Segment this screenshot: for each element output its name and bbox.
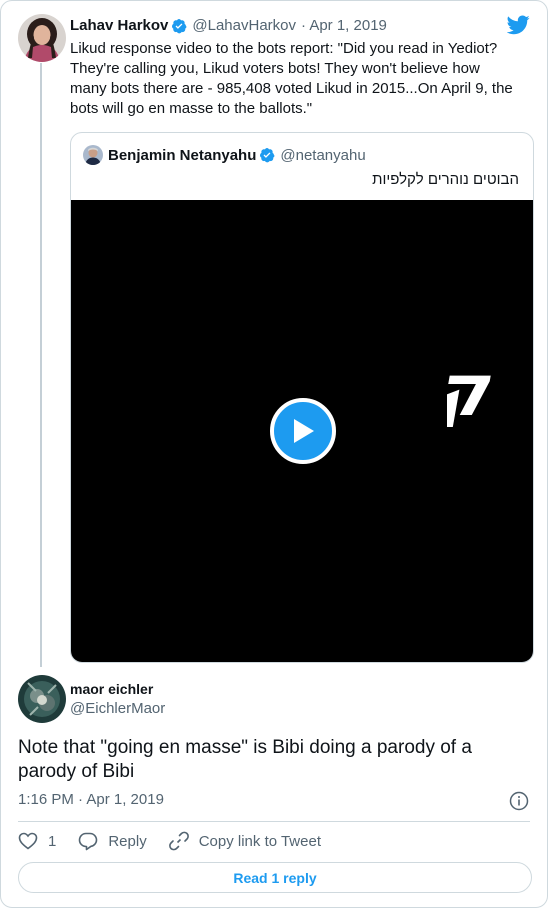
twitter-bird-icon[interactable] <box>507 15 530 35</box>
reply-label: Reply <box>108 832 147 850</box>
like-button[interactable]: 1 <box>18 832 56 850</box>
reply-avatar[interactable] <box>18 675 66 723</box>
reply-bubble-icon <box>79 832 98 850</box>
like-count: 1 <box>48 832 57 850</box>
quoted-tweet-text: הבוטים נוהרים לקלפיות <box>372 171 519 188</box>
link-icon <box>168 831 189 851</box>
reply-author-photo <box>18 675 66 723</box>
channel-logo-glyph: ק <box>447 357 499 427</box>
divider <box>18 821 530 822</box>
verified-badge-icon <box>260 148 275 163</box>
quoted-author-name: Benjamin Netanyahu <box>108 146 257 164</box>
reply-author-name-line: maor eichler <box>70 681 153 697</box>
play-button[interactable] <box>270 398 336 464</box>
reply-timestamp[interactable]: 1:16 PM · Apr 1, 2019 <box>18 791 164 808</box>
thread-connector <box>40 63 42 667</box>
tweet-text: Likud response video to the bots report:… <box>70 40 513 117</box>
reply-author-handle-line: @EichlerMaor <box>70 700 165 717</box>
copy-link-label: Copy link to Tweet <box>198 832 321 850</box>
reply-author-handle[interactable]: @EichlerMaor <box>70 700 165 717</box>
quoted-author-line: Benjamin Netanyahu @netanyahu <box>83 145 366 165</box>
action-bar: 1 Reply Copy link to Tweet <box>18 831 343 851</box>
quoted-author-handle: @netanyahu <box>280 146 366 164</box>
quoted-author-photo <box>83 145 103 165</box>
tweet-embed-card: Lahav Harkov @LahavHarkov · Apr 1, 2019 … <box>0 0 548 908</box>
read-replies-button[interactable]: Read 1 reply <box>18 862 532 893</box>
verified-badge-icon <box>172 18 187 33</box>
video-player[interactable]: ק <box>71 200 533 662</box>
author-name[interactable]: Lahav Harkov <box>70 17 168 34</box>
heart-icon <box>18 832 38 850</box>
copy-link-button[interactable]: Copy link to Tweet <box>168 831 321 851</box>
reply-author-name[interactable]: maor eichler <box>70 681 153 697</box>
author-photo <box>18 14 66 62</box>
tweet-date[interactable]: · Apr 1, 2019 <box>301 17 387 34</box>
reply-tweet-text: Note that "going en masse" is Bibi doing… <box>18 737 472 782</box>
video-channel-logo: ק <box>447 357 499 427</box>
reply-button[interactable]: Reply <box>78 832 147 851</box>
author-handle[interactable]: @LahavHarkov <box>192 17 296 34</box>
info-icon[interactable] <box>509 791 529 811</box>
parent-author-line: Lahav Harkov @LahavHarkov · Apr 1, 2019 <box>70 17 387 34</box>
play-icon <box>294 419 314 443</box>
quoted-avatar <box>83 145 103 165</box>
avatar[interactable] <box>18 14 66 62</box>
quoted-tweet[interactable]: Benjamin Netanyahu @netanyahu הבוטים נוה… <box>70 132 534 663</box>
